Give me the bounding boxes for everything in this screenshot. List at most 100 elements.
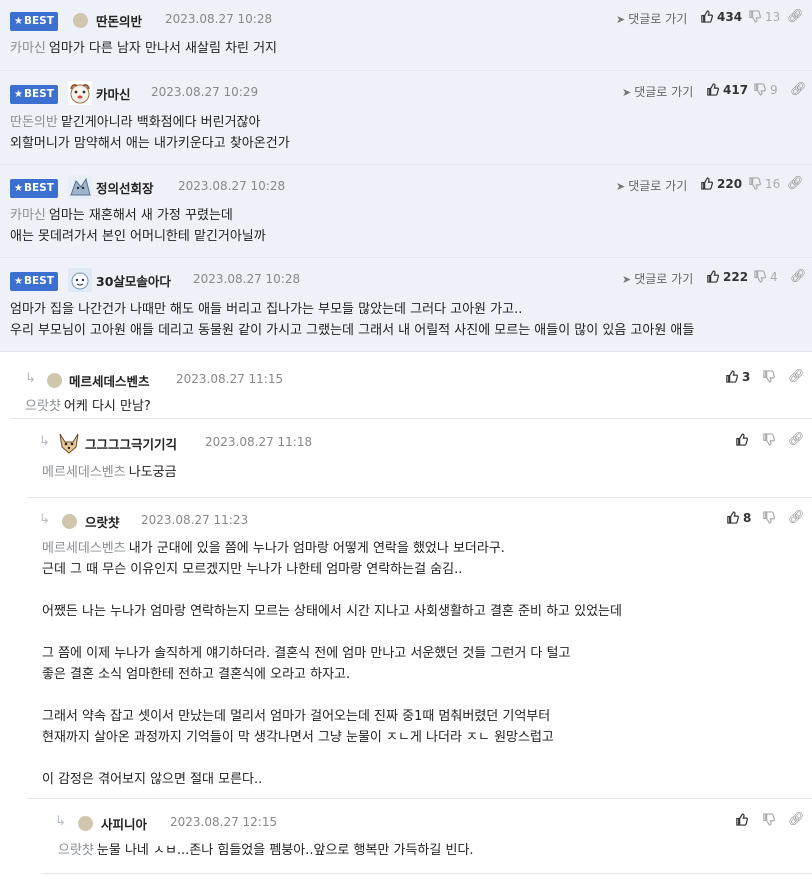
upvote-button[interactable]: 417	[706, 83, 748, 97]
reply-comment: ↳ 그그그그극기기긱 2023.08.27 11:18 🔗︎ 메르세데스벤츠 나도…	[27, 419, 812, 498]
comment-body: 메르세데스벤츠 내가 군대에 있을 쯤에 누나가 엄마랑 어떻게 연락을 했었나 …	[42, 541, 622, 787]
avatar	[68, 268, 92, 292]
mention[interactable]: 메르세데스벤츠	[42, 541, 126, 556]
send-icon: ➤	[616, 180, 626, 193]
comment-author[interactable]: 딴돈의반	[96, 11, 142, 30]
comment-date: 2023.08.27 10:29	[151, 85, 259, 99]
avatar	[62, 514, 77, 529]
upvote-button[interactable]	[735, 433, 752, 447]
star-icon: ★	[14, 16, 23, 27]
avatar	[73, 13, 88, 28]
thumbs-up-icon	[701, 177, 713, 190]
comment-body: 딴돈의반 맡긴게아니라 백화점에다 버린거잖아 외할머니가 맘약해서 애는 내가키…	[10, 115, 290, 151]
upvote-button[interactable]: 434	[700, 10, 742, 24]
upvote-button[interactable]: 8	[726, 511, 751, 525]
reply-arrow-icon: ↳	[55, 814, 66, 829]
link-icon[interactable]: 🔗︎	[788, 812, 805, 827]
comment-author[interactable]: 그그그그극기기긱	[85, 434, 177, 453]
star-icon: ★	[14, 276, 23, 287]
comment-author[interactable]: 30살모솔아다	[96, 271, 171, 290]
downvote-button[interactable]	[762, 511, 779, 525]
thumbs-up-icon	[727, 511, 739, 524]
best-comment: ★BEST 딴돈의반 2023.08.27 10:28 ➤ 댓글로 가기 434 …	[0, 0, 812, 71]
send-icon: ➤	[622, 273, 632, 286]
go-to-reply-link[interactable]: ➤ 댓글로 가기	[622, 270, 693, 287]
comment-body: 으랏챳 눈물 나네 ㅅㅂ...존나 힘들었을 펨붕아..앞으로 행복만 가득하길 …	[58, 843, 474, 858]
best-badge: ★BEST	[10, 12, 58, 31]
send-icon: ➤	[616, 13, 626, 26]
thumbs-down-icon	[749, 10, 761, 23]
reply-arrow-icon: ↳	[39, 512, 50, 527]
link-icon[interactable]: 🔗︎	[790, 269, 807, 284]
downvote-button[interactable]: 9	[753, 83, 778, 97]
link-icon[interactable]: 🔗︎	[788, 369, 805, 384]
upvote-button[interactable]: 3	[725, 370, 750, 384]
mention[interactable]: 으랏챳	[25, 399, 61, 414]
link-icon[interactable]: 🔗︎	[788, 432, 805, 447]
thumbs-up-icon	[736, 813, 748, 826]
reply-comment: ↳ 으랏챳 2023.08.27 11:23 8 🔗︎ 메르세데스벤츠 내가 군대…	[27, 498, 812, 799]
star-icon: ★	[14, 183, 23, 194]
avatar	[47, 373, 62, 388]
comment-body: 카마신 엄마는 재혼해서 새 가정 꾸렸는데 애는 못데려가서 본인 어머니한테 …	[10, 208, 266, 244]
comment-author[interactable]: 정의선회장	[96, 178, 154, 197]
comment-body: 메르세데스벤츠 나도궁금	[42, 465, 177, 480]
avatar	[68, 175, 92, 199]
upvote-button[interactable]: 220	[700, 177, 742, 191]
comment-date: 2023.08.27 10:28	[193, 272, 301, 286]
comment-date: 2023.08.27 11:23	[141, 513, 249, 527]
thumbs-down-icon	[749, 177, 761, 190]
thumbs-down-icon	[763, 511, 775, 524]
mention[interactable]: 메르세데스벤츠	[42, 465, 126, 480]
comment-author[interactable]: 메르세데스벤츠	[69, 371, 150, 390]
avatar	[68, 81, 92, 105]
mention[interactable]: 딴돈의반	[10, 115, 58, 130]
go-to-reply-link[interactable]: ➤ 댓글로 가기	[616, 177, 687, 194]
upvote-button[interactable]: 222	[706, 270, 748, 284]
comment-body: 엄마가 집을 나간건가 나때만 해도 애들 버리고 집나가는 부모들 많았는데 …	[10, 302, 695, 338]
thumbs-down-icon	[763, 370, 775, 383]
avatar	[78, 816, 93, 831]
mention[interactable]: 으랏챳	[58, 843, 94, 858]
downvote-button[interactable]	[762, 813, 779, 827]
upvote-button[interactable]	[735, 813, 752, 827]
star-icon: ★	[14, 89, 23, 100]
best-badge: ★BEST	[10, 179, 58, 198]
thumbs-up-icon	[701, 10, 713, 23]
link-icon[interactable]: 🔗︎	[787, 9, 804, 24]
go-to-reply-link[interactable]: ➤ 댓글로 가기	[622, 83, 693, 100]
best-comment: ★BEST 정의선회장 2023.08.27 10:28 ➤ 댓글로 가기 220…	[0, 165, 812, 258]
comment-body: 으랏챳 어케 다시 만남?	[25, 399, 151, 414]
reply-arrow-icon: ↳	[39, 434, 50, 449]
comment-author[interactable]: 으랏챳	[85, 512, 120, 531]
downvote-button[interactable]	[762, 370, 779, 384]
reply-comment: ↳ 사피니아 2023.08.27 12:15 🔗︎ 으랏챳 눈물 나네 ㅅㅂ..…	[43, 799, 812, 874]
thumbs-up-icon	[707, 83, 719, 96]
comment-date: 2023.08.27 10:28	[178, 179, 286, 193]
thumbs-up-icon	[707, 270, 719, 283]
go-to-reply-link[interactable]: ➤ 댓글로 가기	[616, 10, 687, 27]
thumbs-down-icon	[754, 83, 766, 96]
downvote-button[interactable]: 13	[748, 10, 780, 24]
mention[interactable]: 카마신	[10, 41, 46, 56]
downvote-button[interactable]	[762, 433, 779, 447]
comment-author[interactable]: 사피니아	[101, 814, 147, 833]
downvote-button[interactable]: 16	[748, 177, 780, 191]
link-icon[interactable]: 🔗︎	[790, 82, 807, 97]
best-badge: ★BEST	[10, 85, 58, 104]
downvote-button[interactable]: 4	[753, 270, 778, 284]
thumbs-up-icon	[726, 370, 738, 383]
thumbs-down-icon	[763, 433, 775, 446]
link-icon[interactable]: 🔗︎	[787, 176, 804, 191]
best-comment: ★BEST 30살모솔아다 2023.08.27 10:28 ➤ 댓글로 가기 2…	[0, 258, 812, 352]
comment-date: 2023.08.27 11:18	[205, 435, 313, 449]
thumbs-up-icon	[736, 433, 748, 446]
best-comment: ★BEST 카마신 2023.08.27 10:29 ➤ 댓글로 가기 417 9…	[0, 71, 812, 165]
link-icon[interactable]: 🔗︎	[788, 510, 805, 525]
comment-date: 2023.08.27 12:15	[170, 815, 278, 829]
reply-thread: ↳ 메르세데스벤츠 2023.08.27 11:15 3 🔗︎ 으랏챳 어케 다시…	[0, 352, 812, 874]
best-badge: ★BEST	[10, 272, 58, 291]
mention[interactable]: 카마신	[10, 208, 46, 223]
comment-author[interactable]: 카마신	[96, 84, 131, 103]
thumbs-down-icon	[754, 270, 766, 283]
